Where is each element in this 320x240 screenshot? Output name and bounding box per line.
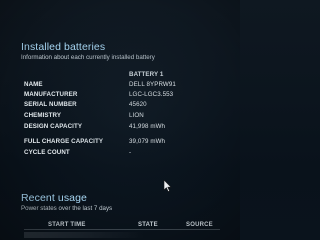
start-time-column-header: START TIME [48, 222, 86, 228]
serial-number-value: 45620 [129, 101, 147, 108]
cycle-count-value: - [129, 149, 132, 156]
design-capacity-value: 41,998 mWh [129, 123, 166, 130]
chemistry-label: CHEMISTRY [24, 112, 62, 119]
manufacturer-value: LGC-LGC3.553 [129, 91, 174, 98]
manufacturer-label: MANUFACTURER [24, 91, 78, 98]
recent-usage-title: Recent usage [21, 192, 87, 204]
cycle-count-label: CYCLE COUNT [24, 149, 70, 156]
chemistry-value: LION [129, 112, 144, 119]
design-capacity-label: DESIGN CAPACITY [24, 123, 83, 130]
installed-batteries-title: Installed batteries [21, 41, 106, 53]
screen-vignette [0, 0, 240, 240]
full-charge-capacity-value: 39,079 mWh [129, 138, 166, 145]
full-charge-capacity-label: FULL CHARGE CAPACITY [24, 138, 104, 145]
source-column-header: SOURCE [186, 222, 213, 228]
table-divider [24, 229, 220, 230]
installed-batteries-subtitle: Information about each currently install… [21, 54, 155, 61]
serial-number-label: SERIAL NUMBER [24, 101, 77, 108]
partial-row [24, 232, 144, 238]
battery-column-header: BATTERY 1 [129, 71, 164, 78]
battery-report-page: Installed batteries Information about ea… [0, 0, 240, 240]
recent-usage-subtitle: Power states over the last 7 days [21, 205, 113, 212]
state-column-header: STATE [138, 222, 158, 228]
name-label: NAME [24, 81, 43, 88]
mouse-pointer-icon [163, 179, 173, 192]
name-value: DELL 8YPRW91 [129, 81, 176, 88]
